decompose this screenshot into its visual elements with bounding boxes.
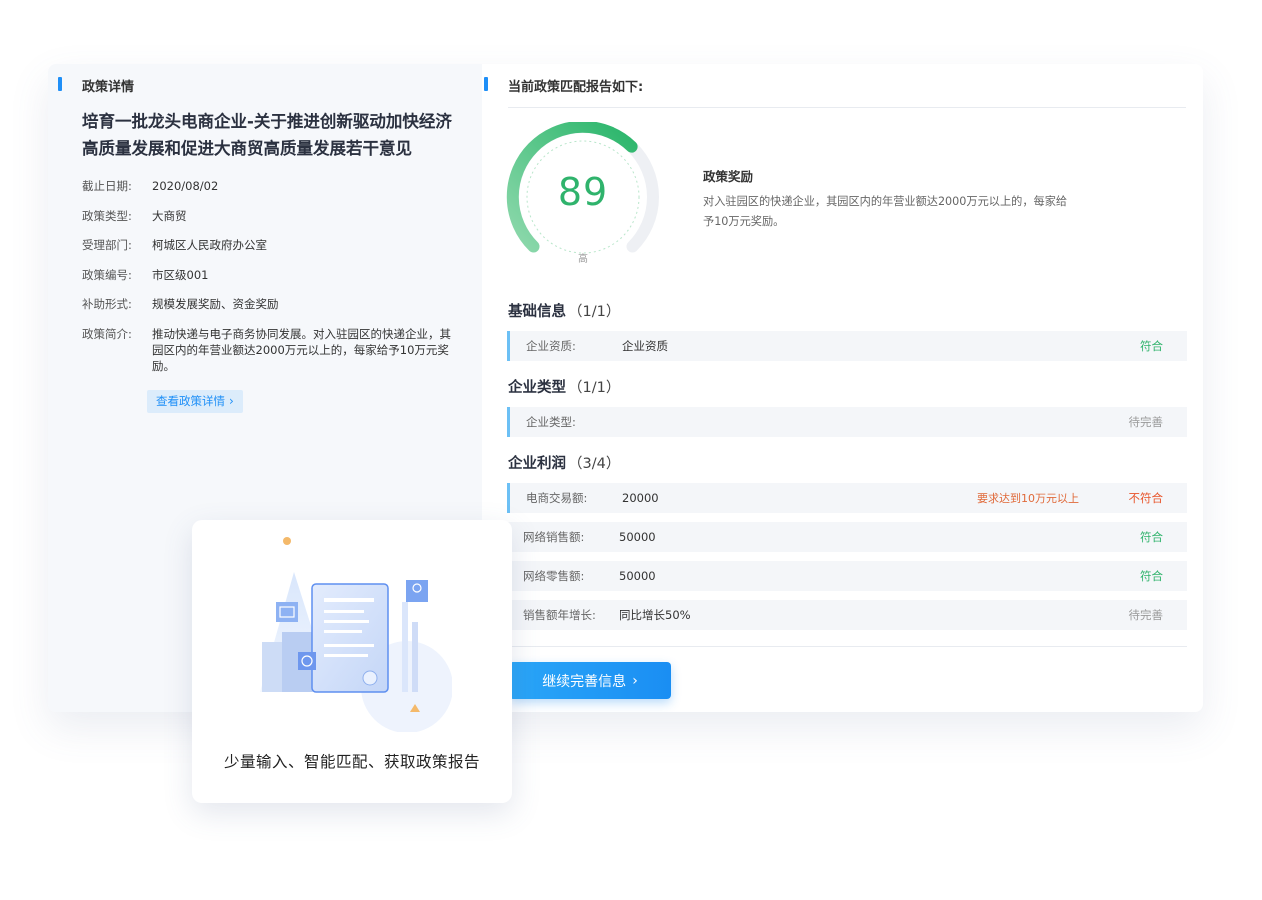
row-status: 不符合 [1128,491,1164,505]
row-value: 企业资质 [622,339,668,353]
info-value: 大商贸 [152,208,187,223]
group-title-profit: 企业利润 （3/4） [508,452,620,473]
doc-line [324,598,374,602]
policy-detail-heading-text: 政策详情 [82,80,135,95]
divider [507,646,1187,647]
document-illustration [260,537,452,732]
promo-card: 少量输入、智能匹配、获取政策报告 [192,520,512,803]
info-row-subsidy: 补助形式: 规模发展奖励、资金奖励 [82,296,462,312]
clock-icon [298,652,316,670]
row-status: 符合 [1140,339,1163,353]
row-key: 电商交易额: [526,491,588,505]
view-policy-detail-button[interactable]: 查看政策详情 › [147,390,243,413]
match-row: 网络零售额: 50000 符合 [507,561,1187,591]
row-key: 网络销售额: [523,530,585,544]
row-status: 待完善 [1128,415,1164,429]
bar-decoration [412,622,418,692]
group-count: （1/1） [568,304,621,320]
continue-button-label: 继续完善信息 [542,673,627,690]
info-row-deadline: 截止日期: 2020/08/02 [82,178,462,194]
doc-line [324,654,368,657]
row-key: 销售额年增长: [523,608,596,622]
chevron-right-icon: › [229,394,234,408]
dot-decoration [283,537,291,545]
row-value: 50000 [619,530,656,544]
mail-icon [276,602,298,622]
user-badge-icon [406,580,428,602]
row-key: 企业资质: [526,339,576,353]
info-value: 柯城区人民政府办公室 [152,238,267,253]
row-key: 网络零售额: [523,569,585,583]
info-value: 推动快递与电子商务协同发展。对入驻园区的快递企业，其园区内的年营业额达2000万… [152,326,451,373]
group-count: （3/4） [568,456,621,472]
info-key: 截止日期: [82,179,132,193]
info-value: 规模发展奖励、资金奖励 [152,297,279,312]
group-title-text: 基础信息 [508,304,566,320]
row-requirement-note: 要求达到10万元以上 [977,492,1079,505]
bar-decoration [402,602,408,692]
info-key: 补助形式: [82,297,132,312]
match-row: 企业类型: 待完善 [507,407,1187,437]
info-row-summary: 政策简介: 推动快递与电子商务协同发展。对入驻园区的快递企业，其园区内的年营业额… [82,326,462,374]
match-level: 高 [578,254,588,265]
info-row-number: 政策编号: 市区级001 [82,267,462,283]
heading-accent-bar [484,77,488,91]
policy-info-list: 截止日期: 2020/08/02 政策类型: 大商贸 受理部门: 柯城区人民政府… [82,178,462,388]
group-title-company-type: 企业类型 （1/1） [508,376,620,397]
info-row-department: 受理部门: 柯城区人民政府办公室 [82,237,462,253]
row-value: 20000 [622,491,659,505]
info-value: 市区级001 [152,267,209,282]
page: 政策详情 培育一批龙头电商企业-关于推进创新驱动加快经济高质量发展和促进大商贸高… [0,0,1262,900]
doc-line [324,644,374,647]
doc-line [324,630,362,633]
match-score: 89 [557,170,609,214]
row-value: 同比增长50% [619,608,691,622]
doc-line [324,620,369,623]
info-row-type: 政策类型: 大商贸 [82,208,462,224]
group-count: （1/1） [568,380,621,396]
info-value: 2020/08/02 [152,179,219,193]
row-key: 企业类型: [526,415,576,429]
chevron-right-icon: › [632,672,638,689]
match-score-gauge: 89 高 [503,120,663,272]
match-report-heading: 当前政策匹配报告如下: [484,76,644,95]
match-row: 销售额年增长: 同比增长50% 待完善 [507,600,1187,630]
divider [508,107,1186,108]
row-status: 符合 [1140,569,1163,583]
reward-title: 政策奖励 [703,169,754,184]
row-status: 待完善 [1128,608,1164,622]
doc-line [324,610,364,613]
policy-detail-heading: 政策详情 [58,76,135,95]
star-badge-icon [362,670,378,686]
info-key: 受理部门: [82,238,132,253]
info-key: 政策简介: [82,326,132,341]
reward-description: 对入驻园区的快递企业，其园区内的年营业额达2000万元以上的，每家给予10万元奖… [703,195,1068,228]
continue-complete-info-button[interactable]: 继续完善信息 › [509,662,671,699]
promo-caption: 少量输入、智能匹配、获取政策报告 [223,753,480,771]
group-title-basic-info: 基础信息 （1/1） [508,300,620,321]
row-status: 符合 [1140,530,1163,544]
info-key: 政策编号: [82,267,132,282]
row-value: 50000 [619,569,656,583]
heading-accent-bar [58,77,62,91]
info-key: 政策类型: [82,208,132,223]
match-row: 网络销售额: 50000 符合 [507,522,1187,552]
group-title-text: 企业类型 [508,380,566,396]
match-row: 企业资质: 企业资质 符合 [507,331,1187,361]
match-report-heading-text: 当前政策匹配报告如下: [508,80,644,95]
match-row: 电商交易额: 20000 要求达到10万元以上 不符合 [507,483,1187,513]
group-title-text: 企业利润 [508,456,566,472]
view-policy-detail-label: 查看政策详情 [156,394,225,408]
policy-title: 培育一批龙头电商企业-关于推进创新驱动加快经济高质量发展和促进大商贸高质量发展若… [82,112,452,158]
